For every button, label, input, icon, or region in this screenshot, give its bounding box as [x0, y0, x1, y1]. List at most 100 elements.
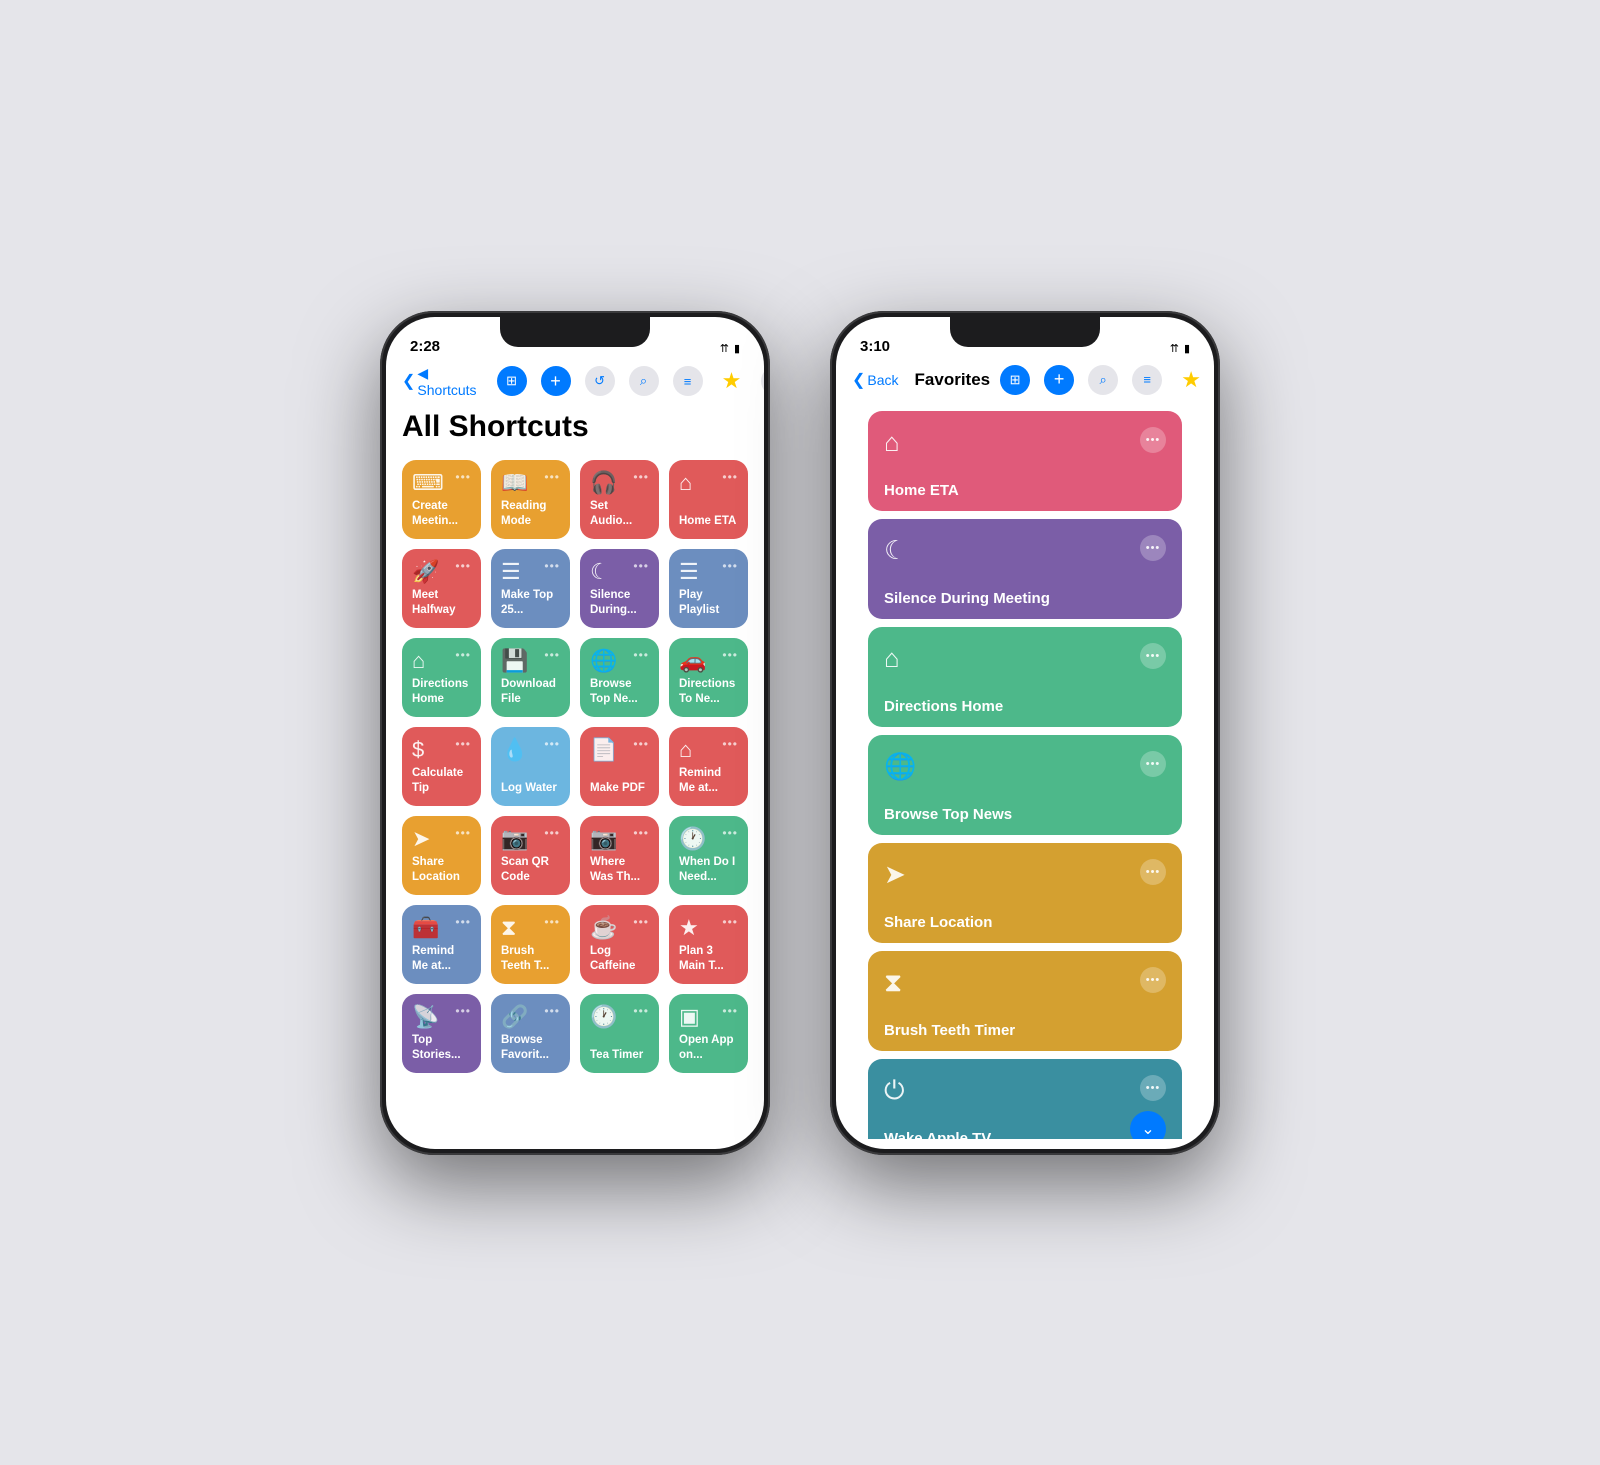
- tile-dots-13[interactable]: •••: [544, 737, 560, 751]
- fav-dots-5[interactable]: •••: [1140, 967, 1166, 993]
- layers-icon[interactable]: ⊞: [497, 366, 527, 396]
- shortcut-tile-27[interactable]: ▣ ••• Open App on...: [669, 994, 748, 1073]
- shortcut-tile-15[interactable]: ⌂ ••• Remind Me at...: [669, 727, 748, 806]
- shortcut-tile-9[interactable]: 💾 ••• Download File: [491, 638, 570, 717]
- status-time-left: 2:28: [410, 338, 440, 355]
- shortcut-tile-20[interactable]: 🧰 ••• Remind Me at...: [402, 905, 481, 984]
- add-fav-button[interactable]: +: [1044, 365, 1074, 395]
- shortcut-tile-18[interactable]: 📷 ••• Where Was Th...: [580, 816, 659, 895]
- notch: [500, 317, 650, 347]
- shortcut-tile-1[interactable]: 📖 ••• Reading Mode: [491, 460, 570, 539]
- tile-dots-2[interactable]: •••: [633, 470, 649, 484]
- tile-dots-23[interactable]: •••: [722, 915, 738, 929]
- shortcut-tile-7[interactable]: ☰ ••• Play Playlist: [669, 549, 748, 628]
- tile-dots-14[interactable]: •••: [633, 737, 649, 751]
- shortcut-tile-13[interactable]: 💧 ••• Log Water: [491, 727, 570, 806]
- tile-dots-24[interactable]: •••: [455, 1004, 471, 1018]
- shortcut-tile-21[interactable]: ⧗ ••• Brush Teeth T...: [491, 905, 570, 984]
- tile-dots-10[interactable]: •••: [633, 648, 649, 662]
- shortcut-tile-10[interactable]: 🌐 ••• Browse Top Ne...: [580, 638, 659, 717]
- tile-dots-17[interactable]: •••: [544, 826, 560, 840]
- shortcut-tile-24[interactable]: 📡 ••• Top Stories...: [402, 994, 481, 1073]
- tile-label-11: Directions To Ne...: [679, 677, 738, 707]
- tile-label-17: Scan QR Code: [501, 855, 560, 885]
- fav-item-2[interactable]: ⌂ ••• Directions Home: [868, 627, 1182, 727]
- tile-dots-26[interactable]: •••: [633, 1004, 649, 1018]
- tile-dots-20[interactable]: •••: [455, 915, 471, 929]
- tile-dots-6[interactable]: •••: [633, 559, 649, 573]
- tile-dots-25[interactable]: •••: [544, 1004, 560, 1018]
- fav-dots-0[interactable]: •••: [1140, 427, 1166, 453]
- shortcut-tile-26[interactable]: 🕐 ••• Tea Timer: [580, 994, 659, 1073]
- star-icon[interactable]: ★: [717, 366, 747, 396]
- shortcut-tile-4[interactable]: 🚀 ••• Meet Halfway: [402, 549, 481, 628]
- shortcut-tile-0[interactable]: ⌨ ••• Create Meetin...: [402, 460, 481, 539]
- shortcut-tile-23[interactable]: ★ ••• Plan 3 Main T...: [669, 905, 748, 984]
- shortcut-tile-6[interactable]: ☾ ••• Silence During...: [580, 549, 659, 628]
- tile-dots-4[interactable]: •••: [455, 559, 471, 573]
- tile-label-4: Meet Halfway: [412, 588, 471, 618]
- shortcut-tile-14[interactable]: 📄 ••• Make PDF: [580, 727, 659, 806]
- tile-icon-25: 🔗: [501, 1004, 528, 1030]
- shortcut-tile-3[interactable]: ⌂ ••• Home ETA: [669, 460, 748, 539]
- add-shortcut-button[interactable]: +: [541, 366, 571, 396]
- fav-item-1[interactable]: ☾ ••• Silence During Meeting: [868, 519, 1182, 619]
- tile-dots-0[interactable]: •••: [455, 470, 471, 484]
- shortcut-tile-12[interactable]: $ ••• Calculate Tip: [402, 727, 481, 806]
- tile-label-24: Top Stories...: [412, 1033, 471, 1063]
- shortcut-tile-19[interactable]: 🕐 ••• When Do I Need...: [669, 816, 748, 895]
- tile-dots-3[interactable]: •••: [722, 470, 738, 484]
- fav-dots-1[interactable]: •••: [1140, 535, 1166, 561]
- shortcut-tile-8[interactable]: ⌂ ••• Directions Home: [402, 638, 481, 717]
- shortcut-tile-2[interactable]: 🎧 ••• Set Audio...: [580, 460, 659, 539]
- tile-dots-12[interactable]: •••: [455, 737, 471, 751]
- fav-dots-4[interactable]: •••: [1140, 859, 1166, 885]
- fav-item-4[interactable]: ➤ ••• Share Location: [868, 843, 1182, 943]
- tile-icon-14: 📄: [590, 737, 617, 763]
- tile-dots-15[interactable]: •••: [722, 737, 738, 751]
- tile-icon-7: ☰: [679, 559, 699, 585]
- tile-dots-7[interactable]: •••: [722, 559, 738, 573]
- refresh-icon[interactable]: ↺: [585, 366, 615, 396]
- tile-dots-18[interactable]: •••: [633, 826, 649, 840]
- tile-dots-5[interactable]: •••: [544, 559, 560, 573]
- nav-icons-right: ⊞ + ⌕ ≡ ★ •••: [1000, 365, 1214, 395]
- tile-dots-21[interactable]: •••: [544, 915, 560, 929]
- shortcut-tile-17[interactable]: 📷 ••• Scan QR Code: [491, 816, 570, 895]
- wifi-icon-right: ⇈: [1170, 342, 1179, 355]
- search-icon-right[interactable]: ⌕: [1088, 365, 1118, 395]
- more-icon[interactable]: •••: [761, 366, 764, 396]
- shortcut-tile-25[interactable]: 🔗 ••• Browse Favorit...: [491, 994, 570, 1073]
- tile-dots-11[interactable]: •••: [722, 648, 738, 662]
- shortcut-tile-16[interactable]: ➤ ••• Share Location: [402, 816, 481, 895]
- filter-icon[interactable]: ≡: [673, 366, 703, 396]
- fav-dots-6[interactable]: •••: [1140, 1075, 1166, 1101]
- tile-label-10: Browse Top Ne...: [590, 677, 649, 707]
- shortcut-tile-11[interactable]: 🚗 ••• Directions To Ne...: [669, 638, 748, 717]
- star-icon-right[interactable]: ★: [1176, 365, 1206, 395]
- shortcut-tile-5[interactable]: ☰ ••• Make Top 25...: [491, 549, 570, 628]
- fav-item-5[interactable]: ⧗ ••• Brush Teeth Timer: [868, 951, 1182, 1051]
- tile-dots-27[interactable]: •••: [722, 1004, 738, 1018]
- fav-dots-3[interactable]: •••: [1140, 751, 1166, 777]
- tile-dots-16[interactable]: •••: [455, 826, 471, 840]
- layers-icon-right[interactable]: ⊞: [1000, 365, 1030, 395]
- back-button-right[interactable]: ❮ Back: [852, 370, 899, 390]
- filter-icon-right[interactable]: ≡: [1132, 365, 1162, 395]
- back-shortcuts[interactable]: ❮ ◀ Shortcuts: [402, 365, 477, 398]
- fav-item-3[interactable]: 🌐 ••• Browse Top News: [868, 735, 1182, 835]
- tile-dots-22[interactable]: •••: [633, 915, 649, 929]
- fav-item-0[interactable]: ⌂ ••• Home ETA: [868, 411, 1182, 511]
- tile-dots-8[interactable]: •••: [455, 648, 471, 662]
- shortcut-tile-22[interactable]: ☕ ••• Log Caffeine: [580, 905, 659, 984]
- tile-icon-15: ⌂: [679, 737, 692, 763]
- search-icon[interactable]: ⌕: [629, 366, 659, 396]
- tile-dots-19[interactable]: •••: [722, 826, 738, 840]
- fav-dots-2[interactable]: •••: [1140, 643, 1166, 669]
- tile-icon-1: 📖: [501, 470, 528, 496]
- scroll-down-button[interactable]: ⌄: [1130, 1111, 1166, 1139]
- fav-item-6[interactable]: ⏻ ••• Wake Apple TV ⌄: [868, 1059, 1182, 1139]
- tile-dots-9[interactable]: •••: [544, 648, 560, 662]
- tile-dots-1[interactable]: •••: [544, 470, 560, 484]
- battery-icon: ▮: [734, 342, 740, 355]
